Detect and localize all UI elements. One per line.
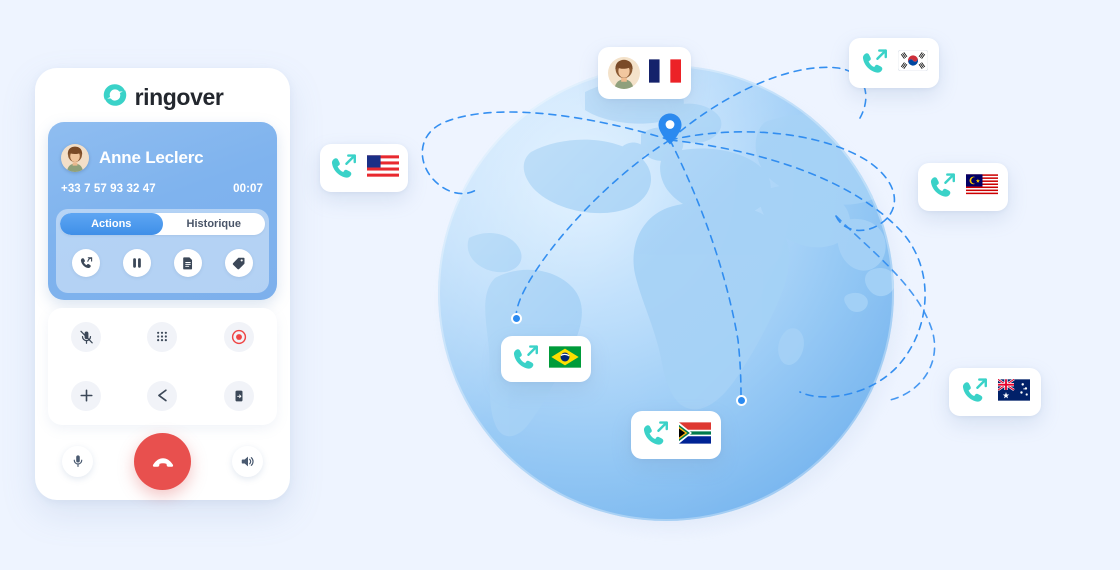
call-controls-card	[48, 308, 277, 425]
br-flag	[548, 345, 581, 373]
mic-muted-icon[interactable]	[71, 322, 102, 353]
outgoing-call-icon	[512, 344, 540, 375]
call-meta-row: +33 7 57 93 32 47 00:07	[48, 172, 277, 195]
pause-icon[interactable]	[123, 249, 152, 277]
south-africa-node	[736, 395, 747, 406]
mobile-transfer-icon[interactable]	[223, 380, 254, 411]
tag-icon[interactable]	[224, 249, 253, 277]
call-bottom-bar	[48, 430, 277, 492]
call-duration: 00:07	[233, 183, 263, 195]
active-call-card: Anne Leclerc +33 7 57 93 32 47 00:07 Act…	[48, 122, 277, 300]
badge-malaysia[interactable]	[918, 163, 1008, 211]
badge-south-korea[interactable]	[849, 38, 939, 88]
brazil-node	[511, 313, 522, 324]
badge-brazil[interactable]	[501, 336, 591, 382]
caller-row: Anne Leclerc	[48, 122, 277, 172]
call-transfer-icon[interactable]	[72, 249, 101, 277]
fr-flag	[649, 58, 681, 88]
softphone-panel: ringover Anne Leclerc +33 7 57 93 32 47 …	[35, 68, 290, 500]
call-tabs: Actions Historique	[60, 213, 265, 235]
badge-south-africa[interactable]	[631, 411, 721, 459]
microphone-icon[interactable]	[62, 445, 93, 477]
tab-actions[interactable]: Actions	[60, 213, 163, 235]
outgoing-call-icon	[330, 153, 358, 184]
ringover-ring-icon	[102, 82, 128, 113]
plus-icon[interactable]	[71, 380, 102, 411]
badge-usa[interactable]	[320, 144, 408, 192]
brand-header: ringover	[35, 68, 290, 126]
caller-avatar	[61, 144, 89, 172]
record-icon[interactable]	[223, 322, 254, 353]
share-icon[interactable]	[147, 380, 178, 411]
outgoing-call-icon	[642, 420, 670, 451]
speaker-icon[interactable]	[232, 445, 263, 477]
us-flag	[366, 154, 399, 182]
kr-flag	[897, 49, 928, 76]
outgoing-call-icon	[861, 48, 889, 79]
brand-name: ringover	[134, 83, 224, 110]
badge-france[interactable]	[598, 47, 691, 99]
my-flag	[965, 173, 998, 201]
caller-phone-number: +33 7 57 93 32 47	[61, 183, 156, 195]
badge-australia[interactable]	[949, 368, 1041, 416]
caller-name: Anne Leclerc	[99, 148, 204, 167]
hangup-phone-icon[interactable]	[134, 432, 191, 490]
call-controls-grid	[48, 308, 277, 425]
outgoing-call-icon	[961, 377, 989, 408]
dialpad-icon[interactable]	[147, 322, 178, 353]
call-tabs-panel: Actions Historique	[56, 209, 269, 293]
caller-avatar	[608, 57, 640, 89]
tab-historique[interactable]: Historique	[163, 213, 266, 235]
scene-root: ringover Anne Leclerc +33 7 57 93 32 47 …	[0, 0, 1120, 570]
au-flag	[996, 377, 1030, 406]
outgoing-call-icon	[929, 172, 957, 203]
location-pin-icon	[658, 113, 682, 145]
note-document-icon[interactable]	[173, 249, 202, 277]
call-action-icons	[56, 235, 269, 291]
za-flag	[678, 421, 711, 449]
